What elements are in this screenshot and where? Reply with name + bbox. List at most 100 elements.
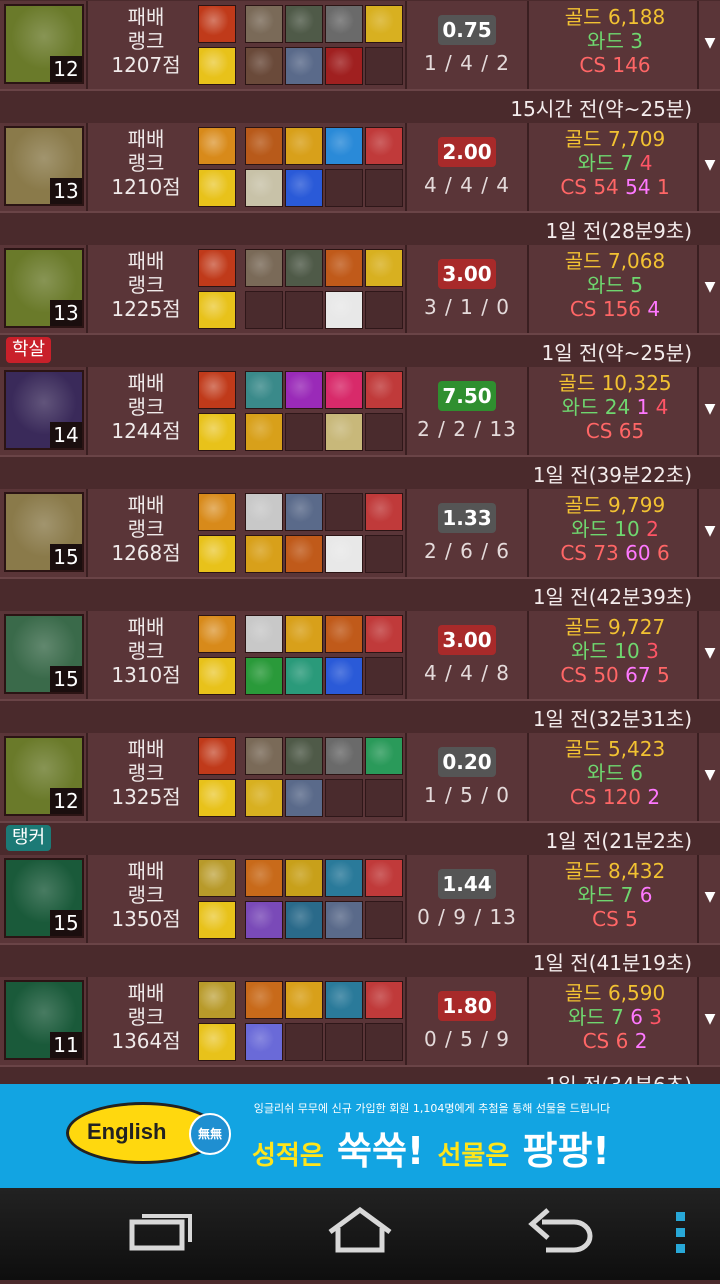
- match-row[interactable]: 11 패배 랭크 1364점 1.80 0 / 5 / 9 골드 6,590 와…: [0, 977, 720, 1065]
- item-icon[interactable]: [245, 5, 283, 43]
- champion-portrait[interactable]: 13: [4, 248, 84, 328]
- item-icon[interactable]: [245, 371, 283, 409]
- item-icon[interactable]: [325, 737, 363, 775]
- home-icon[interactable]: [328, 1206, 392, 1253]
- item-icon[interactable]: [285, 169, 323, 207]
- match-card[interactable]: 11 패배 랭크 1364점 1.80 0 / 5 / 9 골드 6,590 와…: [0, 977, 720, 1084]
- item-icon[interactable]: [325, 535, 363, 573]
- ad-banner[interactable]: English 無無 잉글리쉬 무무에 신규 가입한 회원 1,104명에게 추…: [0, 1084, 720, 1188]
- item-icon[interactable]: [285, 657, 323, 695]
- summoner-spell-icon[interactable]: [198, 1023, 236, 1061]
- summoner-spell-icon[interactable]: [198, 535, 236, 573]
- match-card[interactable]: 15 패배 랭크 1310점 3.00 4 / 4 / 8 골드 9,727 와…: [0, 611, 720, 733]
- match-row[interactable]: 13 패배 랭크 1210점 2.00 4 / 4 / 4 골드 7,709 와…: [0, 123, 720, 211]
- item-icon[interactable]: [285, 493, 323, 531]
- expand-arrow-icon[interactable]: ▼: [700, 157, 720, 173]
- match-row[interactable]: 13 패배 랭크 1225점 3.00 3 / 1 / 0 골드 7,068 와…: [0, 245, 720, 333]
- item-icon[interactable]: [245, 169, 283, 207]
- summoner-spell-icon[interactable]: [198, 981, 236, 1019]
- item-icon[interactable]: [365, 371, 403, 409]
- item-icon[interactable]: [285, 901, 323, 939]
- item-icon[interactable]: [365, 615, 403, 653]
- summoner-spell-icon[interactable]: [198, 5, 236, 43]
- back-icon[interactable]: [528, 1208, 593, 1253]
- champion-portrait[interactable]: 15: [4, 614, 84, 694]
- item-icon[interactable]: [245, 493, 283, 531]
- summoner-spell-icon[interactable]: [198, 779, 236, 817]
- expand-arrow-icon[interactable]: ▼: [700, 767, 720, 783]
- match-row[interactable]: 15 패배 랭크 1350점 1.44 0 / 9 / 13 골드 8,432 …: [0, 855, 720, 943]
- summoner-spell-icon[interactable]: [198, 657, 236, 695]
- item-icon[interactable]: [245, 535, 283, 573]
- item-icon[interactable]: [285, 981, 323, 1019]
- item-icon[interactable]: [325, 413, 363, 451]
- match-card[interactable]: 12 패배 랭크 1325점 0.20 1 / 5 / 0 골드 5,423 와…: [0, 733, 720, 855]
- match-card[interactable]: 13 패배 랭크 1210점 2.00 4 / 4 / 4 골드 7,709 와…: [0, 123, 720, 245]
- item-icon[interactable]: [325, 859, 363, 897]
- item-icon[interactable]: [285, 779, 323, 817]
- recent-apps-icon[interactable]: [129, 1214, 192, 1251]
- item-icon[interactable]: [325, 615, 363, 653]
- item-icon[interactable]: [365, 127, 403, 165]
- item-icon[interactable]: [285, 249, 323, 287]
- match-row[interactable]: 12 패배 랭크 1207점 0.75 1 / 4 / 2 골드 6,188 와…: [0, 1, 720, 89]
- champion-portrait[interactable]: 13: [4, 126, 84, 206]
- expand-arrow-icon[interactable]: ▼: [700, 889, 720, 905]
- item-icon[interactable]: [245, 981, 283, 1019]
- item-icon[interactable]: [245, 859, 283, 897]
- champion-portrait[interactable]: 12: [4, 4, 84, 84]
- summoner-spell-icon[interactable]: [198, 47, 236, 85]
- item-icon[interactable]: [365, 249, 403, 287]
- item-icon[interactable]: [365, 859, 403, 897]
- item-icon[interactable]: [245, 127, 283, 165]
- item-icon[interactable]: [325, 291, 363, 329]
- match-card[interactable]: 15 패배 랭크 1350점 1.44 0 / 9 / 13 골드 8,432 …: [0, 855, 720, 977]
- item-icon[interactable]: [245, 47, 283, 85]
- item-icon[interactable]: [325, 901, 363, 939]
- summoner-spell-icon[interactable]: [198, 413, 236, 451]
- champion-portrait[interactable]: 12: [4, 736, 84, 816]
- match-card[interactable]: 15 패배 랭크 1268점 1.33 2 / 6 / 6 골드 9,799 와…: [0, 489, 720, 611]
- match-row[interactable]: 14 패배 랭크 1244점 7.50 2 / 2 / 13 골드 10,325…: [0, 367, 720, 455]
- item-icon[interactable]: [245, 657, 283, 695]
- champion-portrait[interactable]: 11: [4, 980, 84, 1060]
- expand-arrow-icon[interactable]: ▼: [700, 523, 720, 539]
- item-icon[interactable]: [285, 859, 323, 897]
- item-icon[interactable]: [285, 371, 323, 409]
- item-icon[interactable]: [325, 981, 363, 1019]
- summoner-spell-icon[interactable]: [198, 615, 236, 653]
- item-icon[interactable]: [285, 5, 323, 43]
- item-icon[interactable]: [245, 413, 283, 451]
- expand-arrow-icon[interactable]: ▼: [700, 401, 720, 417]
- item-icon[interactable]: [285, 47, 323, 85]
- item-icon[interactable]: [325, 249, 363, 287]
- expand-arrow-icon[interactable]: ▼: [700, 279, 720, 295]
- summoner-spell-icon[interactable]: [198, 901, 236, 939]
- menu-icon[interactable]: [676, 1212, 685, 1253]
- summoner-spell-icon[interactable]: [198, 859, 236, 897]
- match-card[interactable]: 12 패배 랭크 1207점 0.75 1 / 4 / 2 골드 6,188 와…: [0, 1, 720, 123]
- item-icon[interactable]: [325, 657, 363, 695]
- item-icon[interactable]: [245, 779, 283, 817]
- item-icon[interactable]: [245, 615, 283, 653]
- item-icon[interactable]: [325, 127, 363, 165]
- summoner-spell-icon[interactable]: [198, 127, 236, 165]
- expand-arrow-icon[interactable]: ▼: [700, 645, 720, 661]
- item-icon[interactable]: [285, 127, 323, 165]
- item-icon[interactable]: [245, 1023, 283, 1061]
- item-icon[interactable]: [325, 47, 363, 85]
- champion-portrait[interactable]: 15: [4, 858, 84, 938]
- summoner-spell-icon[interactable]: [198, 291, 236, 329]
- champion-portrait[interactable]: 14: [4, 370, 84, 450]
- match-row[interactable]: 15 패배 랭크 1310점 3.00 4 / 4 / 8 골드 9,727 와…: [0, 611, 720, 699]
- item-icon[interactable]: [365, 493, 403, 531]
- item-icon[interactable]: [245, 901, 283, 939]
- match-card[interactable]: 13 패배 랭크 1225점 3.00 3 / 1 / 0 골드 7,068 와…: [0, 245, 720, 367]
- match-card[interactable]: 14 패배 랭크 1244점 7.50 2 / 2 / 13 골드 10,325…: [0, 367, 720, 489]
- match-list[interactable]: 12 패배 랭크 1207점 0.75 1 / 4 / 2 골드 6,188 와…: [0, 0, 720, 1084]
- item-icon[interactable]: [325, 371, 363, 409]
- item-icon[interactable]: [285, 737, 323, 775]
- expand-arrow-icon[interactable]: ▼: [700, 35, 720, 51]
- item-icon[interactable]: [365, 981, 403, 1019]
- summoner-spell-icon[interactable]: [198, 371, 236, 409]
